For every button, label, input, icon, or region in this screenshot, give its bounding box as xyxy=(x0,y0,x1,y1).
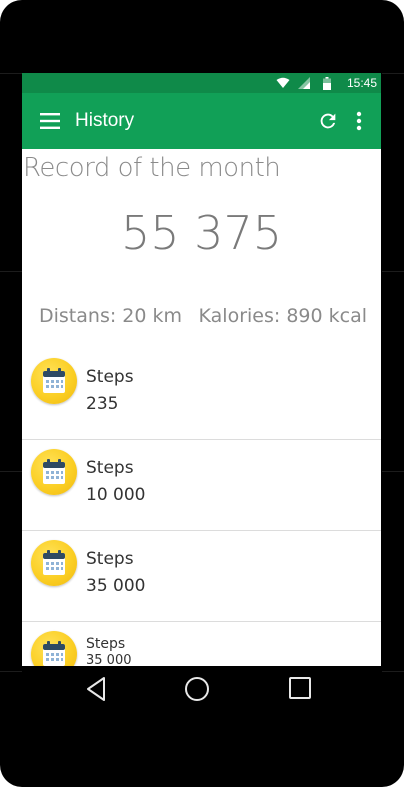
bezel-edge xyxy=(0,73,22,74)
item-value: 35 000 xyxy=(86,576,146,596)
list-item[interactable]: Steps 35 000 xyxy=(22,531,381,622)
signal-icon xyxy=(298,77,310,89)
list-item[interactable]: Steps 35 000 xyxy=(22,622,381,666)
more-vert-icon[interactable] xyxy=(354,110,364,132)
item-value: 235 xyxy=(86,394,119,414)
calendar-badge xyxy=(31,631,77,666)
app-bar: History xyxy=(22,93,381,149)
calendar-icon xyxy=(43,368,65,393)
recents-icon[interactable] xyxy=(288,676,312,700)
list-item[interactable]: Steps 235 xyxy=(22,349,381,440)
bezel-edge xyxy=(0,471,22,472)
back-icon[interactable] xyxy=(85,676,107,702)
bezel-edge xyxy=(382,671,404,672)
status-time: 15:45 xyxy=(346,76,377,90)
wifi-icon xyxy=(276,77,290,88)
battery-icon xyxy=(323,77,331,90)
history-list: Steps 235 Steps 10 000 Steps 35 000 Step… xyxy=(22,349,381,666)
item-label: Steps xyxy=(86,458,134,478)
item-value: 35 000 xyxy=(86,653,132,666)
calendar-icon xyxy=(43,641,65,666)
refresh-icon[interactable] xyxy=(317,110,339,132)
phone-frame: 15:45 History Record of the month 55 375… xyxy=(0,0,404,787)
record-value: 55 375 xyxy=(121,206,282,260)
calendar-icon xyxy=(43,550,65,575)
bezel-edge xyxy=(0,271,22,272)
calendar-badge xyxy=(31,449,77,495)
calendar-icon xyxy=(43,459,65,484)
bezel-edge xyxy=(382,271,404,272)
calendar-badge xyxy=(31,358,77,404)
item-label: Steps xyxy=(86,636,126,652)
distance-stat: Distans: 20 km xyxy=(39,305,183,327)
item-label: Steps xyxy=(86,549,134,569)
app-screen: 15:45 History Record of the month 55 375… xyxy=(22,73,381,666)
item-label: Steps xyxy=(86,367,134,387)
status-bar: 15:45 xyxy=(22,73,381,93)
page-title: History xyxy=(75,110,135,131)
navigation-bar xyxy=(22,666,381,714)
menu-icon[interactable] xyxy=(40,112,62,130)
bezel-edge xyxy=(0,671,22,672)
bezel-edge xyxy=(382,471,404,472)
home-icon[interactable] xyxy=(184,676,210,702)
list-item[interactable]: Steps 10 000 xyxy=(22,440,381,531)
calories-stat: Kalories: 890 kcal xyxy=(198,305,367,327)
bezel-edge xyxy=(382,73,404,74)
calendar-badge xyxy=(31,540,77,586)
item-value: 10 000 xyxy=(86,485,146,505)
record-title: Record of the month xyxy=(23,153,281,183)
